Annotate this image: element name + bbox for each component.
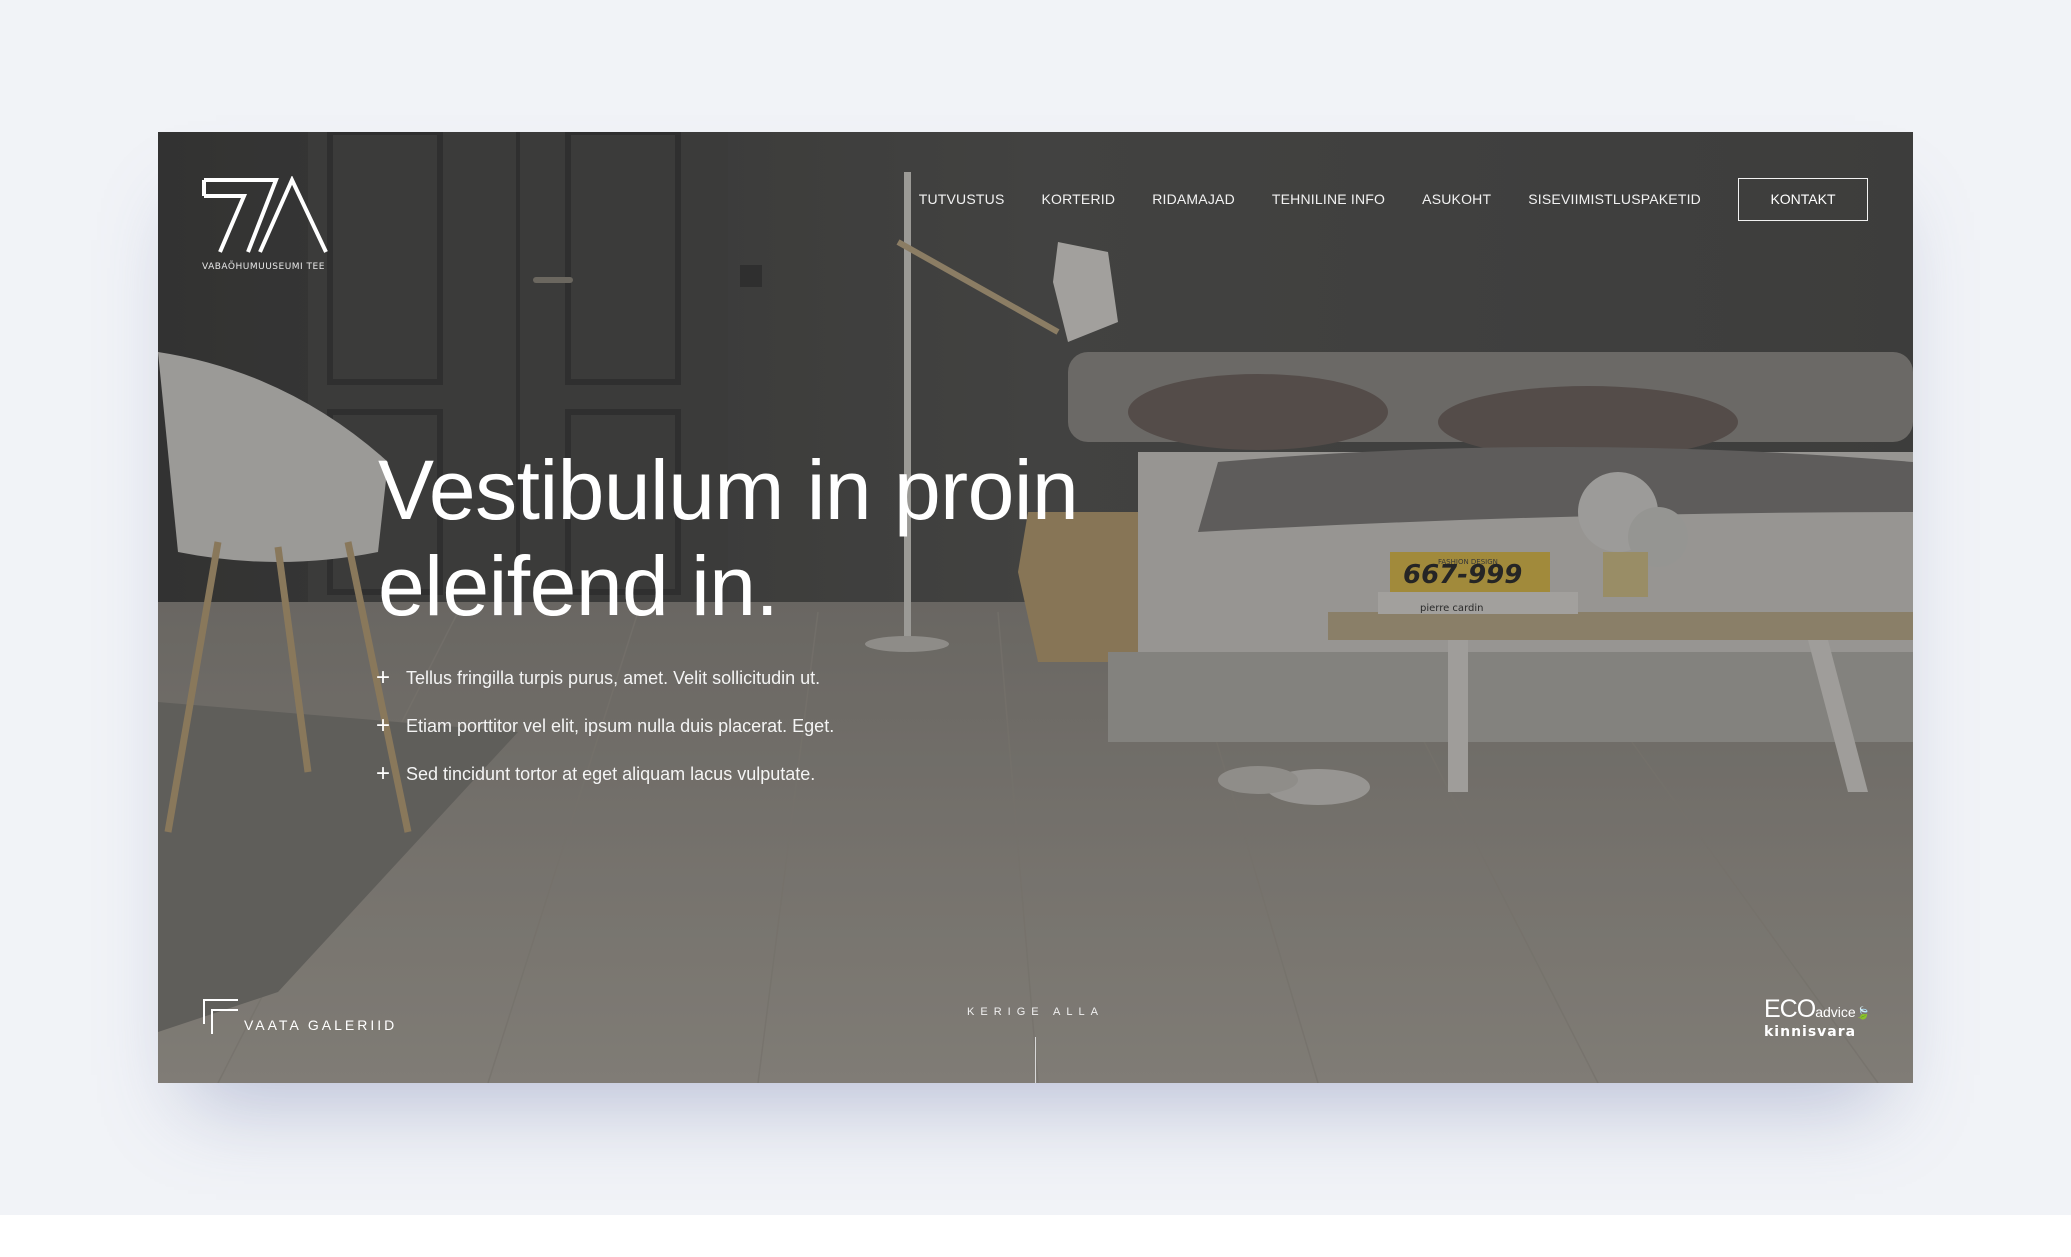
contact-button[interactable]: KONTAKT [1738, 177, 1868, 221]
feature-text: Tellus fringilla turpis purus, amet. Vel… [406, 667, 821, 688]
plus-icon: + [376, 664, 391, 691]
hero-section: 667-999 FASHION DESIGN pierre cardin VAB… [158, 132, 1913, 1083]
hero-headline: Vestibulum in proin eleifend in. [378, 442, 1178, 634]
nav-item-tehniline-info[interactable]: TEHNILINE INFO [1272, 191, 1385, 207]
main-nav: TUTVUSTUS KORTERID RIDAMAJAD TEHNILINE I… [882, 176, 1868, 222]
partner-logo-advice: advice [1815, 1004, 1856, 1020]
list-item: + Sed tincidunt tortor at eget aliquam l… [376, 750, 834, 798]
partner-logo-top: ECOadvice🍃 [1764, 995, 1871, 1024]
plus-icon: + [376, 712, 391, 739]
logo-caption: VABAÕHUMUUSEUMI TEE [202, 262, 325, 272]
plus-icon: + [376, 760, 391, 787]
nav-item-korterid[interactable]: KORTERID [1042, 191, 1116, 207]
partner-logo-eco: ECO [1764, 995, 1816, 1023]
partner-logo[interactable]: ECOadvice🍃 kinnisvara [1764, 995, 1871, 1041]
partner-logo-bottom: kinnisvara [1764, 1024, 1857, 1040]
leaf-icon: 🍃 [1855, 1006, 1871, 1020]
nav-item-ridamajad[interactable]: RIDAMAJAD [1152, 191, 1235, 207]
list-item: + Etiam porttitor vel elit, ipsum nulla … [376, 702, 834, 750]
hero-headline-line-2: eleifend in. [378, 539, 779, 633]
feature-text: Etiam porttitor vel elit, ipsum nulla du… [406, 715, 835, 736]
scroll-down-label[interactable]: KERIGE ALLA [158, 1006, 1913, 1018]
hero-headline-line-1: Vestibulum in proin [378, 443, 1079, 537]
nav-item-tutvustus[interactable]: TUTVUSTUS [919, 191, 1005, 207]
logo-mark-icon [202, 176, 328, 253]
feature-text: Sed tincidunt tortor at eget aliquam lac… [406, 763, 816, 784]
hero-feature-list: + Tellus fringilla turpis purus, amet. V… [376, 654, 834, 798]
nav-item-siseviimistluspaketid[interactable]: SISEVIIMISTLUSPAKETID [1528, 191, 1701, 207]
list-item: + Tellus fringilla turpis purus, amet. V… [376, 654, 834, 702]
view-gallery-label: VAATA GALERIID [244, 1017, 398, 1033]
scroll-indicator-line [1035, 1037, 1036, 1083]
page-bottom-strip [0, 1215, 2071, 1257]
nav-item-asukoht[interactable]: ASUKOHT [1422, 191, 1491, 207]
brand-logo[interactable]: VABAÕHUMUUSEUMI TEE [202, 176, 332, 272]
